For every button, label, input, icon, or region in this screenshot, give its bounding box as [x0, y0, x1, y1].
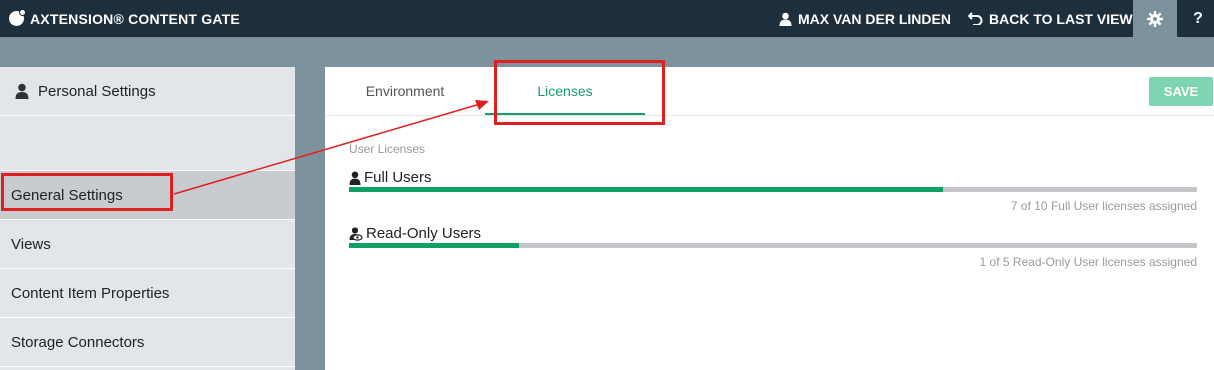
license-row-read-only-users: Read-Only Users 1 of 5 Read-Only User li…: [349, 225, 1197, 270]
help-button[interactable]: ?: [1186, 0, 1210, 37]
sidebar-item-label: Content Item Properties: [11, 284, 170, 302]
license-assigned-note: 1 of 5 Read-Only User licenses assigned: [979, 255, 1197, 269]
license-title: Read-Only Users: [349, 225, 481, 242]
sidebar-item-content-item-properties[interactable]: Content Item Properties: [0, 269, 295, 318]
sidebar-item-label: Views: [11, 235, 51, 253]
save-button[interactable]: SAVE: [1149, 77, 1213, 106]
sidebar-item-views[interactable]: Views: [0, 220, 295, 269]
tab-label: Environment: [365, 83, 445, 99]
sidebar-item-personal-settings[interactable]: Personal Settings: [0, 67, 295, 116]
user-icon: [15, 83, 29, 99]
license-progress-fill: [349, 187, 943, 192]
tab-environment[interactable]: Environment: [345, 67, 465, 115]
gear-icon: [1147, 10, 1163, 27]
sidebar-item-label: General Settings: [11, 186, 123, 204]
user-icon: [779, 12, 792, 26]
license-row-full-users: Full Users 7 of 10 Full User licenses as…: [349, 169, 1197, 214]
sidebar-item-label: Personal Settings: [38, 82, 156, 100]
app-brand[interactable]: AXTENSION® CONTENT GATE: [9, 0, 240, 37]
tab-licenses[interactable]: Licenses: [485, 67, 645, 115]
app-title: AXTENSION® CONTENT GATE: [30, 10, 240, 27]
sidebar-item-storage-connectors[interactable]: Storage Connectors: [0, 318, 295, 367]
settings-button[interactable]: [1133, 0, 1177, 37]
user-name: MAX VAN DER LINDEN: [798, 10, 951, 27]
license-progress-bar: [349, 187, 1197, 192]
back-to-last-view-button[interactable]: BACK TO LAST VIEW: [968, 0, 1133, 37]
back-label: BACK TO LAST VIEW: [989, 10, 1133, 27]
back-arrow-icon: [968, 12, 983, 25]
sidebar-item-label: Storage Connectors: [11, 333, 145, 351]
section-label: User Licenses: [349, 142, 426, 156]
user-icon: [349, 171, 361, 185]
read-only-user-icon: [349, 226, 363, 241]
license-assigned-note: 7 of 10 Full User licenses assigned: [1010, 199, 1197, 213]
sidebar-spacer: [0, 116, 295, 171]
help-label: ?: [1193, 9, 1203, 27]
tab-bar: Environment Licenses SAVE: [325, 60, 1214, 125]
sidebar-item-general-settings[interactable]: General Settings: [0, 171, 295, 220]
logo-icon: [9, 9, 26, 26]
tab-label: Licenses: [537, 83, 593, 99]
main-panel: Environment Licenses SAVE User Licenses …: [325, 60, 1214, 370]
license-title: Full Users: [349, 169, 432, 186]
license-label: Read-Only Users: [366, 225, 482, 242]
license-progress-fill: [349, 243, 519, 248]
top-bar: AXTENSION® CONTENT GATE MAX VAN DER LIND…: [0, 0, 1214, 37]
license-label: Full Users: [364, 169, 432, 186]
user-menu[interactable]: MAX VAN DER LINDEN: [779, 0, 951, 37]
sidebar: Personal Settings General Settings Views…: [0, 67, 295, 370]
license-progress-bar: [349, 243, 1197, 248]
